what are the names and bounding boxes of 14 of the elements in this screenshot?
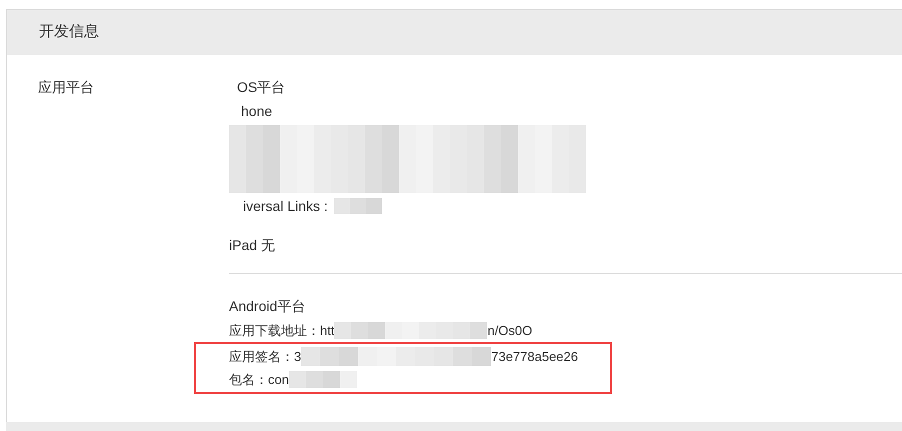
ipad-line: iPad 无 bbox=[229, 237, 275, 253]
info-line: 包名：con bbox=[229, 370, 289, 389]
info-line: 应用签名：3 bbox=[229, 348, 302, 366]
platform-heading: Android平台 bbox=[229, 298, 306, 314]
platform-heading: OS平台 bbox=[237, 79, 286, 95]
field-label: 应用平台 bbox=[38, 79, 94, 95]
info-line: 应用下载地址：htt bbox=[229, 322, 334, 340]
info-line: 73e778a5ee26 bbox=[491, 348, 578, 366]
info-line: n/Os0O bbox=[487, 322, 532, 340]
info-line: iversal Links : bbox=[243, 196, 328, 216]
section-title: 开发信息 bbox=[39, 22, 99, 42]
device-label: hone bbox=[241, 103, 272, 119]
redaction-mosaic bbox=[288, 371, 357, 388]
redaction-mosaic bbox=[334, 198, 382, 214]
